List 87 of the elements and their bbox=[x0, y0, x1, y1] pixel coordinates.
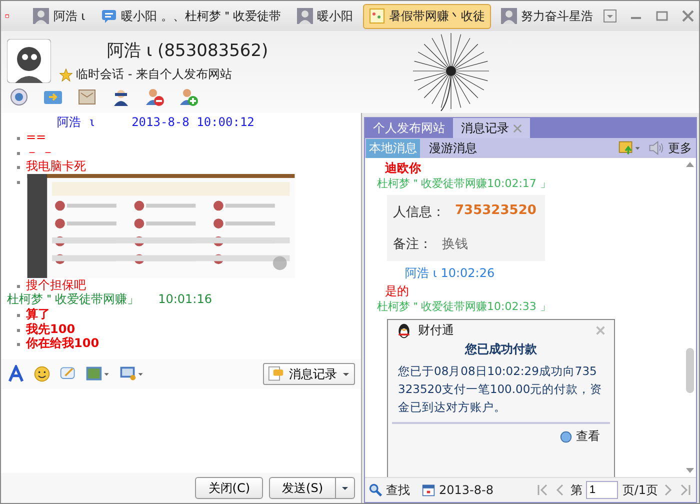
chat-tab[interactable]: 暑假带网赚丶收徒 bbox=[363, 4, 491, 28]
smiley-icon[interactable] bbox=[33, 365, 51, 383]
message-text: == bbox=[26, 130, 46, 144]
star-icon bbox=[59, 68, 73, 82]
message-history-button[interactable]: 消息记录 bbox=[263, 363, 355, 385]
contact-name: 阿浩 ι (853083562) bbox=[107, 40, 268, 62]
info-card[interactable]: 人信息： 735323520 备注： 换钱 bbox=[387, 195, 545, 261]
tab-label: 阿浩 ι bbox=[53, 8, 86, 24]
image-icon[interactable] bbox=[85, 365, 111, 383]
view-link[interactable]: 查看 bbox=[576, 428, 600, 445]
note-icon bbox=[369, 8, 385, 24]
chat-tab[interactable]: 暖小阳 bbox=[291, 4, 359, 28]
tab-label: 暖小阳 。、杜柯梦＂收爱徒带 bbox=[121, 8, 281, 24]
camera-icon[interactable] bbox=[9, 87, 29, 107]
message-text: 是的 bbox=[384, 283, 410, 299]
send-options-button[interactable] bbox=[336, 477, 355, 499]
chat-bubble-icon bbox=[268, 366, 284, 382]
add-user-icon[interactable] bbox=[179, 87, 199, 107]
sender-line: 杜柯梦＂收爱徒带网赚10:02:17 」 bbox=[376, 176, 552, 192]
scroll-up-icon[interactable] bbox=[686, 161, 694, 167]
session-subtitle: 临时会话 - 来自个人发布网站 bbox=[76, 66, 232, 83]
payment-title: 您已成功付款 bbox=[464, 341, 538, 358]
user-icon[interactable] bbox=[111, 87, 131, 107]
info-value: 换钱 bbox=[442, 236, 468, 253]
font-icon[interactable] bbox=[7, 365, 25, 383]
info-label: 人信息： bbox=[393, 204, 445, 221]
screenshot-thumbnail[interactable] bbox=[26, 174, 296, 278]
penguin-icon bbox=[396, 322, 412, 338]
avatar-icon bbox=[501, 8, 517, 24]
close-icon[interactable] bbox=[513, 124, 522, 132]
page-count: 页/1页 bbox=[622, 482, 658, 498]
scrollbar-thumb[interactable] bbox=[686, 348, 694, 393]
screen-capture-icon[interactable] bbox=[119, 365, 145, 383]
message-text: 迪欧你 bbox=[384, 160, 422, 176]
page-prefix: 第 bbox=[570, 482, 582, 498]
sender-line: 杜柯梦＂收爱徒带网赚10:02:33 」 bbox=[376, 299, 552, 315]
page-field[interactable]: 1 bbox=[586, 481, 618, 499]
chat-tab[interactable]: 暖小阳 。、杜柯梦＂收爱徒带 bbox=[95, 4, 287, 28]
tab-label: 暖小阳 bbox=[317, 8, 353, 24]
tab-label: 消息记录 bbox=[461, 120, 509, 136]
message-text: 我先100 bbox=[26, 322, 76, 336]
tab-label: 暑假带网赚丶收徒 bbox=[389, 8, 485, 24]
message-text: 我电脑卡死 bbox=[26, 159, 86, 174]
panel-tab[interactable]: 消息记录 bbox=[453, 118, 530, 138]
caret-icon bbox=[341, 484, 349, 492]
scroll-down-icon[interactable] bbox=[686, 468, 694, 474]
date-label: 2013-8-8 bbox=[439, 483, 494, 497]
mail-icon[interactable] bbox=[77, 87, 97, 107]
last-page-icon[interactable] bbox=[679, 483, 692, 497]
message-text: － － bbox=[26, 144, 54, 159]
avatar-icon[interactable] bbox=[7, 39, 51, 83]
close-icon[interactable] bbox=[681, 9, 695, 23]
first-page-icon[interactable] bbox=[536, 483, 550, 497]
sender-line: 阿浩 ι 10:02:26 bbox=[404, 265, 496, 281]
send-button[interactable]: 发送(S) bbox=[269, 477, 336, 499]
avatar-icon bbox=[33, 8, 50, 24]
search-icon[interactable] bbox=[369, 483, 382, 497]
dropdown-icon[interactable] bbox=[603, 9, 617, 23]
caret-icon bbox=[342, 370, 350, 378]
export-icon[interactable] bbox=[618, 140, 642, 156]
find-link[interactable]: 查找 bbox=[386, 482, 410, 498]
info-value: 735323520 bbox=[455, 203, 536, 220]
chat-bubble-icon bbox=[101, 8, 118, 24]
maximize-icon[interactable] bbox=[655, 9, 669, 23]
remove-user-icon[interactable] bbox=[145, 87, 165, 107]
message-text: 算了 bbox=[26, 307, 50, 322]
message-text: 搜个担保吧 bbox=[26, 278, 86, 292]
close-icon[interactable] bbox=[595, 325, 606, 336]
chat-tab[interactable]: 努力奋斗星浩 bbox=[495, 4, 599, 28]
message-text: 你在给我100 bbox=[26, 336, 100, 350]
sender-line: 阿浩 ι 2013-8-8 10:00:12 bbox=[56, 115, 256, 130]
sub-tab[interactable]: 漫游消息 bbox=[426, 138, 480, 158]
payment-card[interactable]: 财付通 您已成功付款 您已于08月08日10:02:29成功向735323520支付一笔100.00元的付款，资金已到达对方账户。 查看 bbox=[387, 319, 615, 477]
app-name: 财付通 bbox=[418, 322, 454, 339]
more-link[interactable]: 更多 bbox=[668, 140, 692, 156]
globe-icon bbox=[560, 430, 572, 442]
sender-line: 杜柯梦＂收爱徒带网赚」 10:01:16 bbox=[6, 292, 213, 307]
close-button[interactable]: 关闭(C) bbox=[195, 477, 264, 499]
payment-message: 您已于08月08日10:02:29成功向735323520支付一笔100.00元的付款，资金已到达对方账户。 bbox=[397, 363, 604, 416]
avatar-icon bbox=[297, 8, 313, 24]
calendar-icon[interactable] bbox=[422, 483, 435, 497]
speaker-icon[interactable] bbox=[648, 140, 664, 156]
info-label: 备注： bbox=[393, 236, 432, 253]
chat-tab[interactable]: 阿浩 ι bbox=[27, 4, 92, 28]
panel-tab[interactable]: 个人发布网站 bbox=[365, 118, 453, 138]
tab-label: 个人发布网站 bbox=[373, 120, 445, 136]
tab-label: 努力奋斗星浩 bbox=[521, 8, 593, 24]
